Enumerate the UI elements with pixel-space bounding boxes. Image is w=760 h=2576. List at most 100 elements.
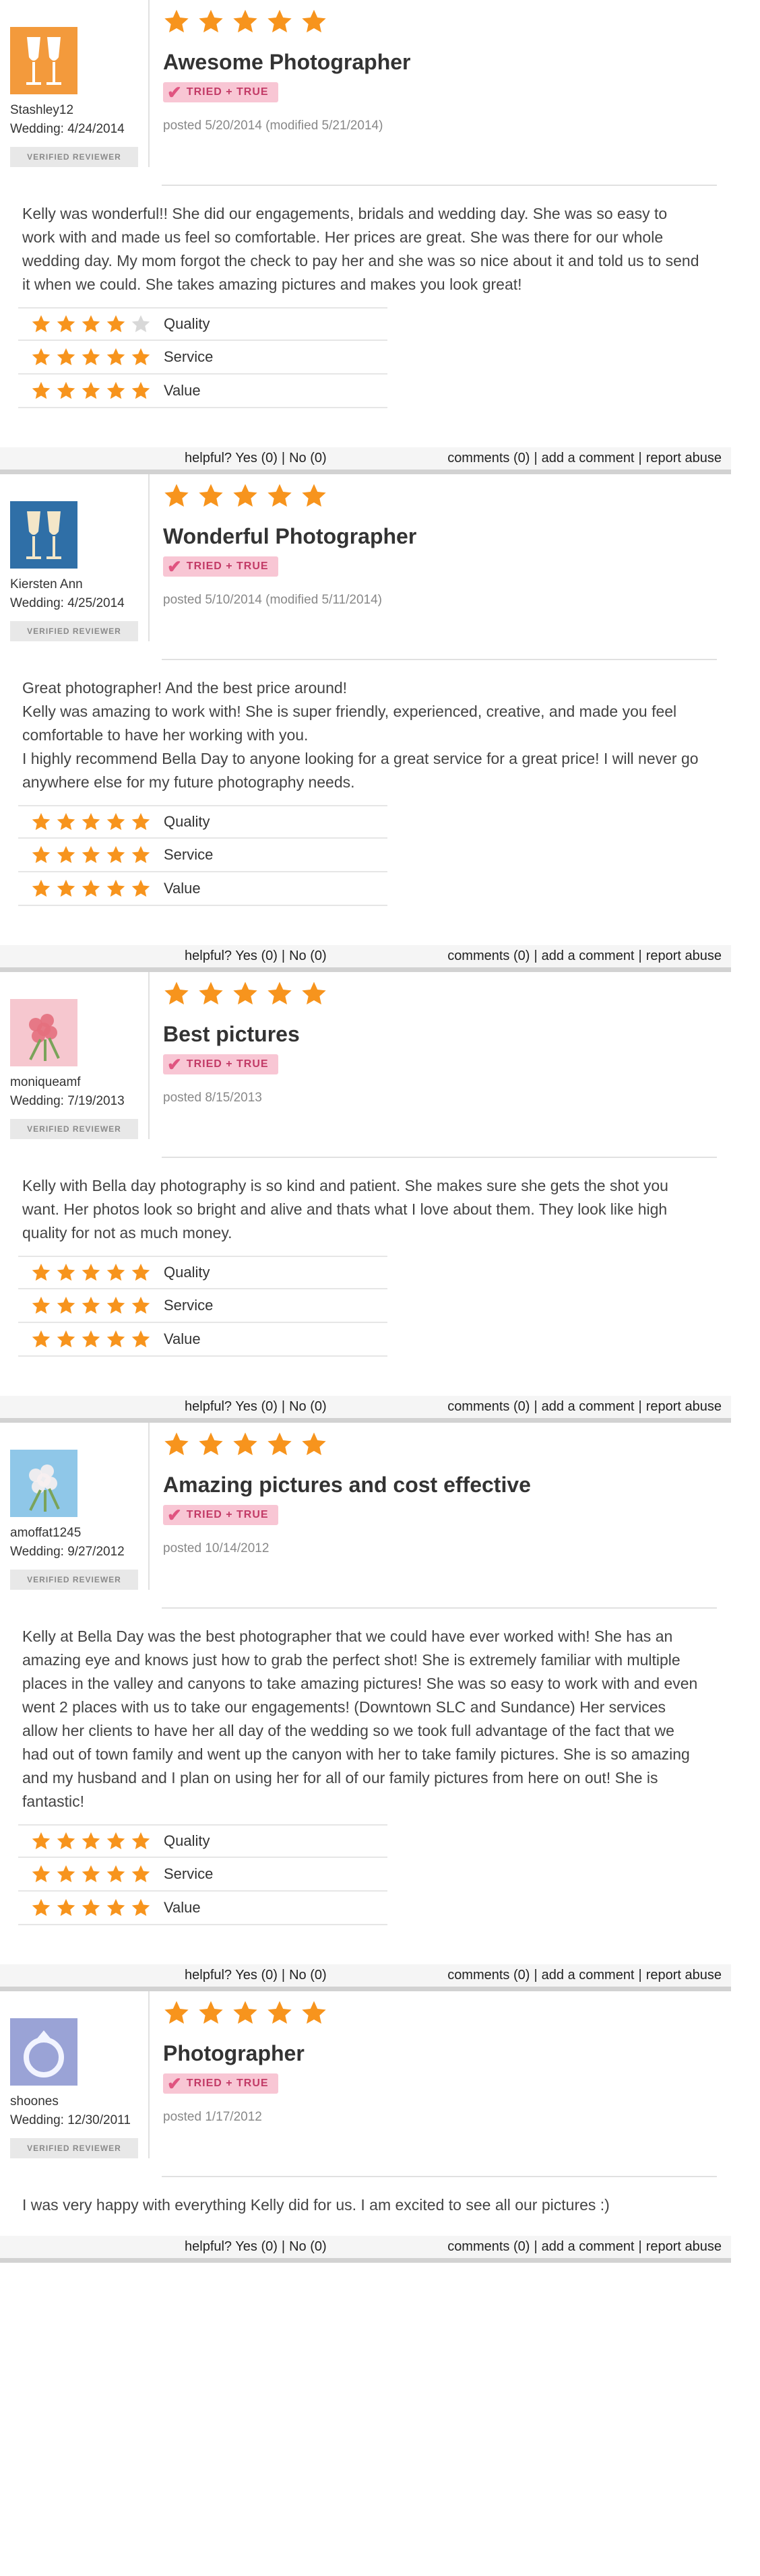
star-icon — [131, 1330, 150, 1348]
star-icon — [57, 315, 75, 333]
tried-true-badge: ✔ TRIED + TRUE — [163, 1505, 278, 1525]
review-paragraph: Kelly was wonderful!! She did our engage… — [22, 205, 699, 293]
report-abuse-link[interactable]: report abuse — [646, 2239, 722, 2254]
helpful-yes-link[interactable]: Yes (0) — [235, 1968, 278, 1983]
checkmark-icon: ✔ — [167, 82, 183, 102]
comments-link[interactable]: comments (0) — [447, 1399, 530, 1414]
rating-label: Quality — [164, 1832, 210, 1849]
helpful-label: helpful? — [185, 948, 232, 963]
star-icon — [82, 315, 100, 333]
checkmark-icon: ✔ — [167, 1505, 183, 1525]
comments-link[interactable]: comments (0) — [447, 2239, 530, 2254]
star-icon — [57, 812, 75, 831]
review-card: shoones Wedding: 12/30/2011 VERIFIED REVIE… — [0, 1991, 731, 2263]
checkmark-icon: ✔ — [167, 556, 183, 577]
helpful-no-link[interactable]: No (0) — [289, 451, 327, 465]
review-text: Kelly was wonderful!! She did our engage… — [0, 186, 731, 296]
add-comment-link[interactable]: add a comment — [542, 451, 635, 465]
reviewer-info: Stashley12 Wedding: 4/24/2014 VERIFIED REV… — [0, 0, 150, 167]
star-icon — [32, 845, 51, 864]
report-abuse-link[interactable]: report abuse — [646, 948, 722, 963]
rating-label: Service — [164, 1297, 214, 1314]
separator: | — [638, 948, 642, 963]
verified-badge: VERIFIED REVIEWER — [10, 1119, 138, 1139]
report-abuse-link[interactable]: report abuse — [646, 451, 722, 465]
reviewer-name[interactable]: Stashley12 — [10, 101, 148, 120]
avatar[interactable] — [10, 1450, 77, 1517]
reviewer-name[interactable]: moniqueamf — [10, 1073, 148, 1092]
star-icon — [82, 1263, 100, 1281]
star-icon — [57, 348, 75, 366]
reviewer-name[interactable]: Kiersten Ann — [10, 575, 148, 594]
star-icon — [302, 2001, 326, 2024]
tried-true-badge: ✔ TRIED + TRUE — [163, 1054, 278, 1074]
helpful-no-link[interactable]: No (0) — [289, 948, 327, 963]
star-icon — [106, 1330, 125, 1348]
helpful-no-link[interactable]: No (0) — [289, 1399, 327, 1414]
rating-stars — [18, 1329, 164, 1349]
star-icon — [302, 981, 326, 1005]
add-comment-link[interactable]: add a comment — [542, 1968, 635, 1983]
review-footer: helpful? Yes (0) | No (0) comments (0) | add … — [0, 447, 731, 474]
helpful-yes-link[interactable]: Yes (0) — [235, 948, 278, 963]
posted-date: posted 8/15/2013 — [163, 1091, 262, 1105]
star-icon — [106, 381, 125, 399]
add-comment-link[interactable]: add a comment — [542, 1399, 635, 1414]
add-comment-link[interactable]: add a comment — [542, 948, 635, 963]
rating-stars — [18, 1831, 164, 1851]
avatar-image — [10, 1450, 77, 1517]
separator: | — [534, 948, 538, 963]
star-icon — [131, 812, 150, 831]
avatar[interactable] — [10, 2018, 77, 2086]
rating-label: Service — [164, 348, 214, 365]
helpful-no-link[interactable]: No (0) — [289, 2239, 327, 2254]
rating-row: Service — [18, 1858, 387, 1892]
comments-link[interactable]: comments (0) — [447, 451, 530, 465]
comments-link[interactable]: comments (0) — [447, 1968, 530, 1983]
separator: | — [638, 1399, 642, 1414]
star-icon — [106, 879, 125, 897]
avatar[interactable] — [10, 27, 77, 94]
rating-row: Quality — [18, 1824, 387, 1858]
rating-label: Value — [164, 880, 201, 897]
star-icon — [233, 9, 257, 33]
helpful-yes-link[interactable]: Yes (0) — [235, 2239, 278, 2254]
star-icon — [82, 1898, 100, 1917]
star-icon — [199, 9, 223, 33]
star-icon — [199, 1432, 223, 1456]
helpful-yes-link[interactable]: Yes (0) — [235, 1399, 278, 1414]
rating-label: Quality — [164, 315, 210, 332]
separator: | — [534, 1968, 538, 1983]
star-icon — [267, 484, 292, 507]
star-icon — [57, 381, 75, 399]
avatar-image — [10, 27, 77, 94]
helpful-label: helpful? — [185, 2239, 232, 2254]
add-comment-link[interactable]: add a comment — [542, 2239, 635, 2254]
rating-row: Value — [18, 375, 387, 408]
avatar[interactable] — [10, 999, 77, 1066]
star-icon — [267, 2001, 292, 2024]
report-abuse-link[interactable]: report abuse — [646, 1968, 722, 1983]
star-icon — [131, 1832, 150, 1850]
review-text: Kelly at Bella Day was the best photogra… — [0, 1609, 731, 1813]
star-icon — [106, 1865, 125, 1883]
helpful-yes-link[interactable]: Yes (0) — [235, 451, 278, 465]
star-icon — [82, 845, 100, 864]
reviewer-name[interactable]: shoones — [10, 2092, 148, 2111]
comments-link[interactable]: comments (0) — [447, 948, 530, 963]
star-icon — [267, 981, 292, 1005]
tried-true-label: TRIED + TRUE — [186, 86, 269, 98]
helpful-no-link[interactable]: No (0) — [289, 1968, 327, 1983]
star-icon — [131, 348, 150, 366]
rating-row: Value — [18, 1892, 387, 1925]
reviewer-info: amoffat1245 Wedding: 9/27/2012 VERIFIED RE… — [0, 1423, 150, 1590]
avatar[interactable] — [10, 501, 77, 569]
star-icon — [131, 381, 150, 399]
star-icon — [233, 2001, 257, 2024]
star-icon — [164, 1432, 189, 1456]
rating-stars — [18, 1262, 164, 1283]
report-abuse-link[interactable]: report abuse — [646, 1399, 722, 1414]
reviewer-name[interactable]: amoffat1245 — [10, 1524, 148, 1543]
reviewer-info: moniqueamf Wedding: 7/19/2013 VERIFIED REV… — [0, 972, 150, 1139]
review-paragraph: I highly recommend Bella Day to anyone l… — [22, 750, 699, 791]
